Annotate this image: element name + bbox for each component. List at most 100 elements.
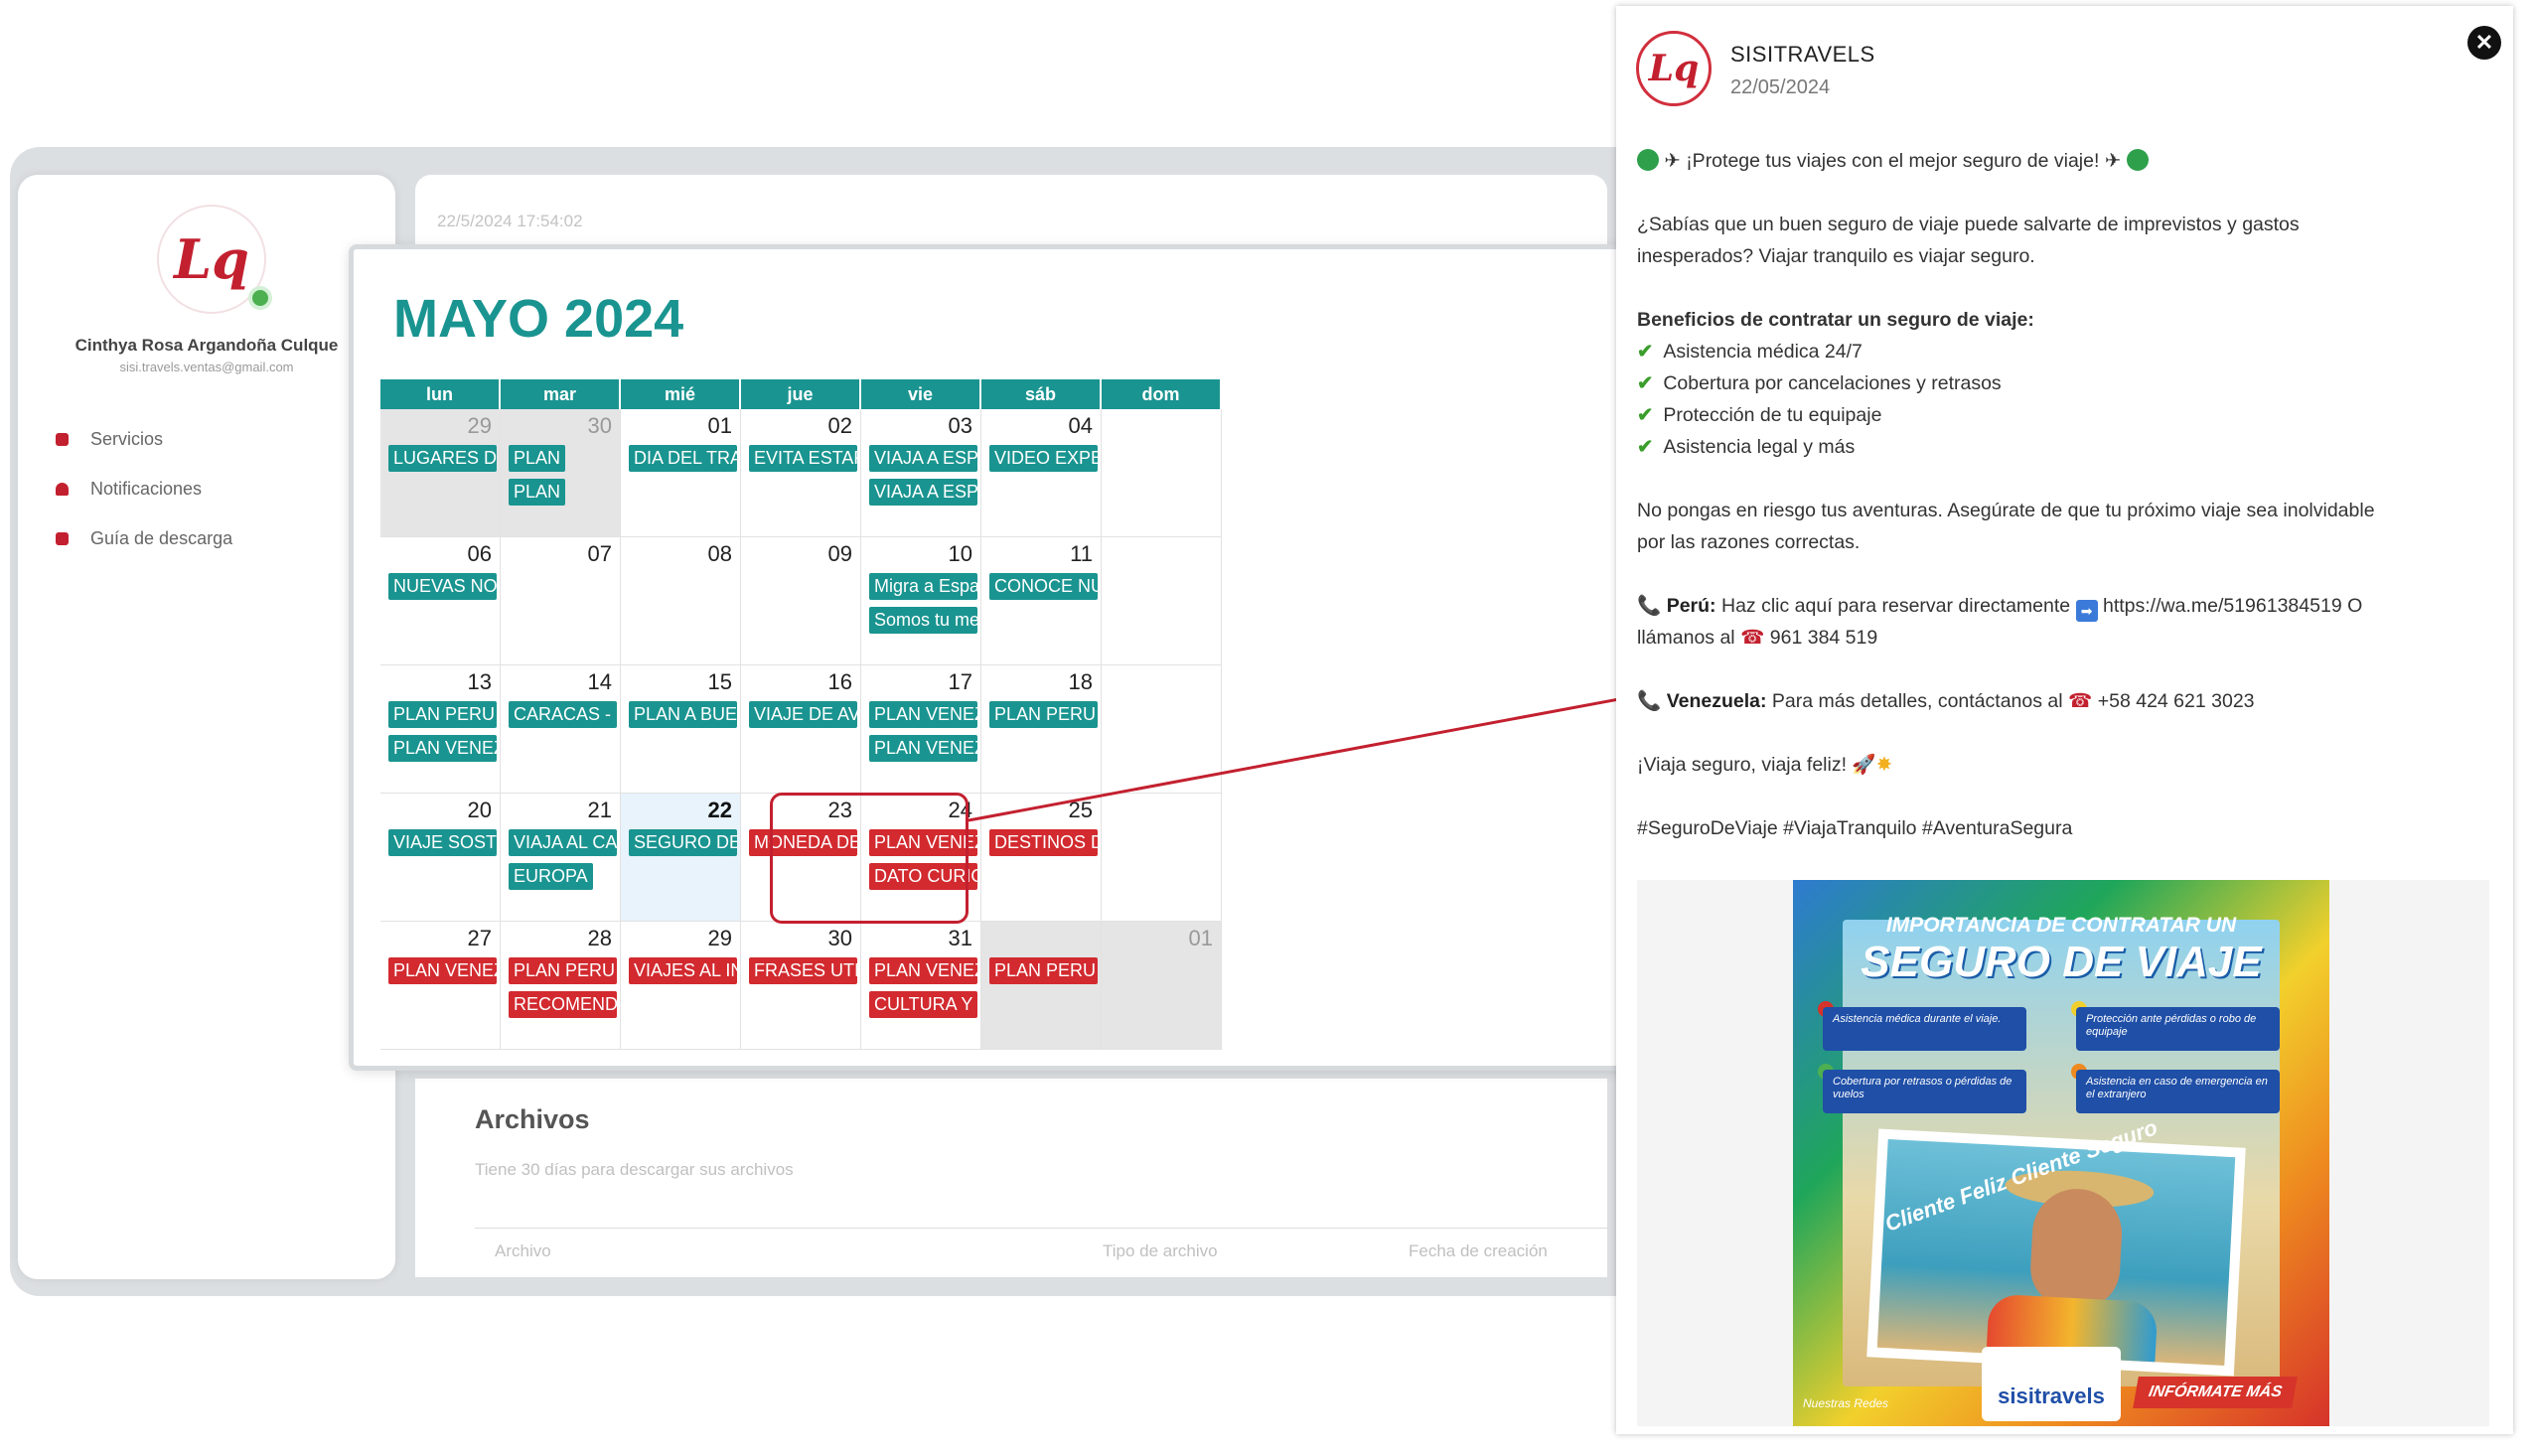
calendar-day-cell[interactable]: 01 xyxy=(1102,922,1222,1050)
sidebar: Lq Cinthya Rosa Argandoña Culque sisi.tr… xyxy=(18,175,395,1279)
day-number: 29 xyxy=(467,413,492,438)
calendar-event[interactable]: VIAJA A ESPAÑA xyxy=(869,479,977,506)
calendar-day-cell[interactable]: 21 VIAJA AL CARIBE EUROPA xyxy=(501,794,621,922)
weekday-header: vie xyxy=(861,379,981,409)
download-icon xyxy=(56,532,69,545)
calendar-event[interactable]: Migra a España xyxy=(869,573,977,600)
benefit-item: ✔ Asistencia legal y más xyxy=(1637,436,1856,458)
calendar-day-cell[interactable]: 03 VIAJA A ESPAÑA VIAJA A ESPAÑA xyxy=(861,409,981,537)
calendar-day-cell[interactable]: 01 DIA DEL TRABAJADOR xyxy=(621,409,741,537)
cta-button[interactable]: INFÓRMATE MÁS xyxy=(2133,1377,2298,1408)
calendar-day-cell[interactable]: 07 xyxy=(501,537,621,665)
calendar-event[interactable]: VIAJA A ESPAÑA xyxy=(869,445,977,472)
calendar-event[interactable]: CARACAS - MADRID xyxy=(509,701,617,728)
calendar-event[interactable]: Somos tu mejor opción xyxy=(869,607,977,634)
calendar-day-cell[interactable]: 02 EVITA ESTAFAS xyxy=(741,409,861,537)
calendar-day-cell[interactable]: 15 PLAN A BUENOS AIRES xyxy=(621,665,741,794)
calendar-day-cell[interactable]: 06 NUEVAS NOTICIAS xyxy=(380,537,501,665)
day-number: 13 xyxy=(467,669,492,694)
calendar-day-cell[interactable]: 18 PLAN PERU xyxy=(981,665,1102,794)
account-avatar[interactable]: Lq xyxy=(1636,31,1712,106)
calendar-day-cell[interactable]: 22 SEGURO DE VIAJES xyxy=(621,794,741,922)
sidebar-item-servicios[interactable]: Servicios xyxy=(56,429,163,450)
day-number: 01 xyxy=(707,413,732,438)
calendar-day-cell[interactable]: 30 FRASES UTILES PARA xyxy=(741,922,861,1050)
benefit-item: ✔ Asistencia médica 24/7 xyxy=(1637,341,1863,363)
calendar-day-cell[interactable] xyxy=(1102,665,1222,794)
calendar-day-cell[interactable]: 25 DESTINOS DE SNOW xyxy=(981,794,1102,922)
day-number: 02 xyxy=(827,413,852,438)
calendar-day-cell[interactable]: 30 PLAN PLAN xyxy=(501,409,621,537)
calendar-event[interactable]: NUEVAS NOTICIAS xyxy=(388,573,497,600)
calendar-day-cell[interactable]: 04 VIDEO EXPERIENCIA xyxy=(981,409,1102,537)
column-archivo[interactable]: Archivo xyxy=(495,1241,551,1261)
calendar-event[interactable]: CONOCE NUESTROS xyxy=(989,573,1098,600)
calendar-event[interactable]: PLAN PERU A VENEZUELA xyxy=(388,701,497,728)
sidebar-item-guia-descarga[interactable]: Guía de descarga xyxy=(56,528,232,549)
calendar-event[interactable]: VIDEO EXPERIENCIA xyxy=(989,445,1098,472)
calendar-event[interactable]: DIA DEL TRABAJADOR xyxy=(629,445,737,472)
day-number: 22 xyxy=(707,798,732,822)
intro-line-2: inesperados? Viajar tranquilo es viajar … xyxy=(1637,245,2035,267)
calendar-event[interactable]: PLAN VENEZUELA xyxy=(388,957,497,984)
calendar-event[interactable]: PLAN xyxy=(509,479,566,506)
calendar-event[interactable]: FRASES UTILES PARA xyxy=(749,957,857,984)
sidebar-item-notificaciones[interactable]: Notificaciones xyxy=(56,479,202,500)
day-number: 18 xyxy=(1068,669,1093,694)
day-number: 20 xyxy=(467,798,492,822)
column-fecha[interactable]: Fecha de creación xyxy=(1409,1241,1548,1261)
calendar-day-cell[interactable] xyxy=(1102,537,1222,665)
calendar-day-cell[interactable]: 13 PLAN PERU A VENEZUELA PLAN VENEZUELA A xyxy=(380,665,501,794)
calendar-event[interactable]: PLAN PERU xyxy=(509,957,617,984)
calendar-day-cell[interactable] xyxy=(1102,409,1222,537)
calendar-event[interactable]: CULTURA Y COSTUMBRES xyxy=(869,991,977,1018)
calendar-event[interactable]: PLAN VENEZUELA xyxy=(869,735,977,762)
calendar-event[interactable]: PLAN xyxy=(509,445,566,472)
calendar-day-cell[interactable]: 20 VIAJE SOSTENIBLE xyxy=(380,794,501,922)
post-image[interactable]: IMPORTANCIA DE CONTRATAR UN SEGURO DE VI… xyxy=(1793,880,2329,1426)
calendar-day-cell[interactable]: 10 Migra a España Somos tu mejor opción xyxy=(861,537,981,665)
check-icon: ✔ xyxy=(1637,436,1654,458)
calendar-day-cell[interactable]: 31 PLAN VENEZUELA CULTURA Y COSTUMBRES xyxy=(861,922,981,1050)
calendar-day-cell[interactable]: 14 CARACAS - MADRID xyxy=(501,665,621,794)
calendar-day-cell[interactable]: 29 LUGARES DESCONOCIDOS xyxy=(380,409,501,537)
calendar-event[interactable]: PLAN VENEZUELA xyxy=(869,957,977,984)
airplane-icon: ✈ xyxy=(1664,150,1681,172)
calendar-day-cell[interactable]: 11 CONOCE NUESTROS xyxy=(981,537,1102,665)
calendar-event[interactable]: SEGURO DE VIAJES xyxy=(629,829,737,856)
calendar-event[interactable]: DESTINOS DE SNOW xyxy=(989,829,1098,856)
calendar-day-cell[interactable] xyxy=(1102,794,1222,922)
calendar-event[interactable]: PLAN VENEZUELA xyxy=(869,701,977,728)
selected-day-highlight[interactable] xyxy=(770,793,969,924)
risk-line-1: No pongas en riesgo tus aventuras. Asegú… xyxy=(1637,500,2375,521)
calendar-event[interactable]: LUGARES DESCONOCIDOS xyxy=(388,445,497,472)
calendar-event[interactable]: EUROPA xyxy=(509,863,593,890)
calendar-event[interactable]: PLAN PERU xyxy=(989,701,1098,728)
closing-line: ¡Viaja seguro, viaja feliz! 🚀✸ xyxy=(1637,754,1893,776)
column-tipo[interactable]: Tipo de archivo xyxy=(1103,1241,1218,1261)
calendar-day-cell[interactable]: 08 xyxy=(621,537,741,665)
calendar-day-cell[interactable]: 17 PLAN VENEZUELA PLAN VENEZUELA xyxy=(861,665,981,794)
calendar-day-cell[interactable]: 29 VIAJES AL INTERIOR xyxy=(621,922,741,1050)
calendar-event[interactable]: VIAJE SOSTENIBLE xyxy=(388,829,497,856)
day-number: 01 xyxy=(1188,926,1213,950)
promo-box: Asistencia médica durante el viaje. xyxy=(1823,1007,2026,1051)
calendar-event[interactable]: PLAN VENEZUELA A xyxy=(388,735,497,762)
calendar-day-cell[interactable]: 27 PLAN VENEZUELA xyxy=(380,922,501,1050)
calendar-day-cell[interactable]: PLAN PERU xyxy=(981,922,1102,1050)
whatsapp-link[interactable]: https://wa.me/51961384519 xyxy=(2103,595,2342,617)
calendar-day-cell[interactable]: 28 PLAN PERU RECOMENDACION DE xyxy=(501,922,621,1050)
day-number: 03 xyxy=(948,413,972,438)
calendar-day-cell[interactable]: 16 VIAJE DE AVENTURA xyxy=(741,665,861,794)
calendar-event[interactable]: EVITA ESTAFAS xyxy=(749,445,857,472)
calendar-event[interactable]: PLAN A BUENOS AIRES xyxy=(629,701,737,728)
account-name[interactable]: SISITRAVELS xyxy=(1730,42,1875,68)
calendar-day-cell[interactable]: 09 xyxy=(741,537,861,665)
calendar-event[interactable]: VIAJES AL INTERIOR xyxy=(629,957,737,984)
calendar-event[interactable]: PLAN PERU xyxy=(989,957,1098,984)
close-icon[interactable]: ✕ xyxy=(2467,26,2501,60)
calendar-event[interactable]: RECOMENDACION DE xyxy=(509,991,617,1018)
calendar-event[interactable]: VIAJA AL CARIBE xyxy=(509,829,617,856)
weekday-header: jue xyxy=(741,379,861,409)
calendar-event[interactable]: VIAJE DE AVENTURA xyxy=(749,701,857,728)
